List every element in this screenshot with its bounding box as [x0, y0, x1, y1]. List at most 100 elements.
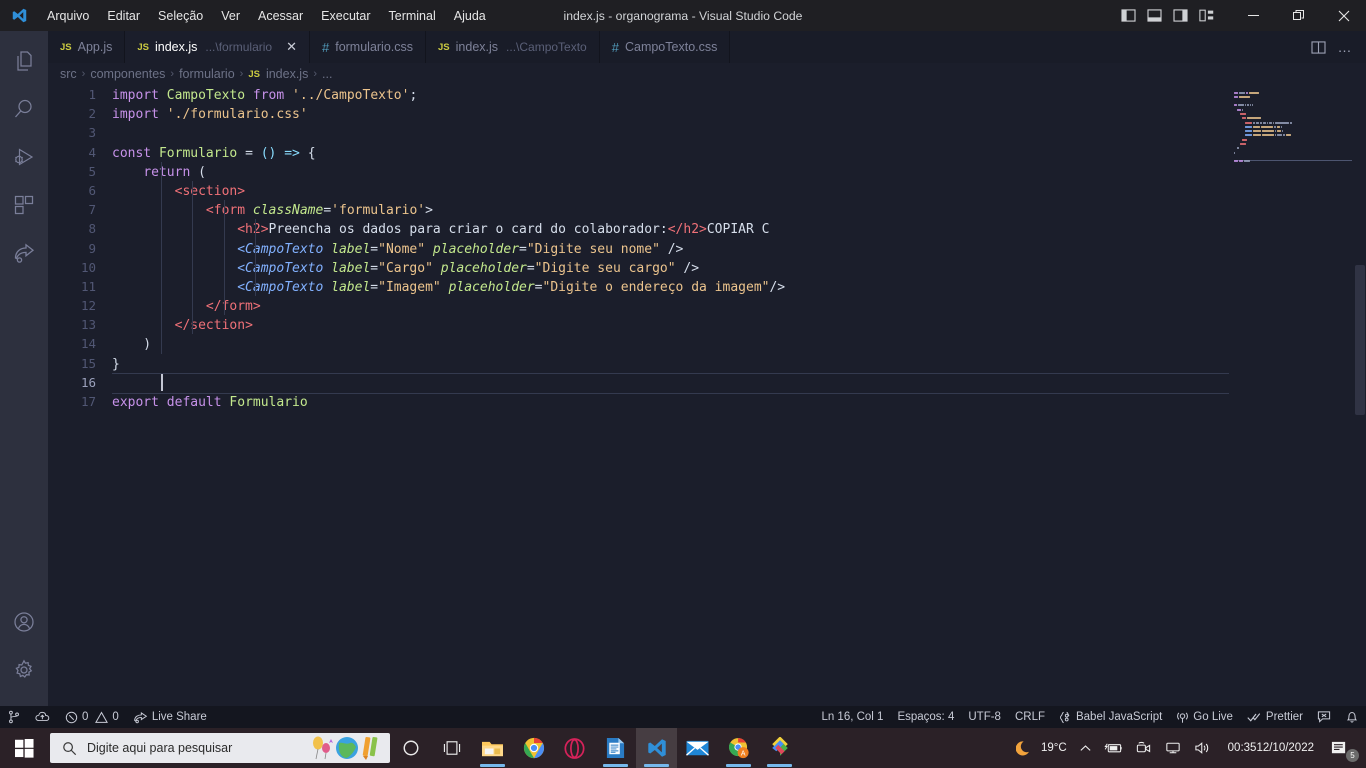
- line-text: import CampoTexto from '../CampoTexto';: [112, 88, 418, 103]
- tab-index-js-formulario[interactable]: JS index.js ...\formulario ✕: [125, 31, 310, 63]
- eol[interactable]: CRLF: [1008, 706, 1052, 728]
- editor-position[interactable]: Ln 16, Col 1: [814, 706, 890, 728]
- breadcrumb-index-js[interactable]: index.js: [266, 67, 308, 81]
- extensions-icon[interactable]: [0, 181, 48, 229]
- start-button[interactable]: [0, 728, 48, 768]
- live-share-status[interactable]: Live Share: [126, 706, 214, 728]
- minimap-line: [1234, 130, 1352, 133]
- tab-app-js[interactable]: JS App.js: [48, 31, 126, 63]
- search-input[interactable]: Digite aqui para pesquisar: [50, 733, 390, 763]
- title-bar-right: [1120, 0, 1366, 31]
- breadcrumb-src[interactable]: src: [60, 67, 77, 81]
- source-control-branch-icon[interactable]: [0, 706, 28, 728]
- tab-campotexto-css[interactable]: # CampoTexto.css: [599, 31, 731, 63]
- encoding[interactable]: UTF-8: [961, 706, 1008, 728]
- photos-app-icon[interactable]: [759, 728, 800, 768]
- more-actions-icon[interactable]: …: [1338, 39, 1354, 55]
- code-line: 5 return (: [48, 161, 1366, 181]
- system-tray: 19°C 00:35 12/10/2022 5: [1010, 728, 1366, 768]
- weather-widget[interactable]: 19°C: [1010, 728, 1073, 768]
- toggle-primary-sidebar-icon[interactable]: [1120, 7, 1137, 24]
- chrome-app-icon[interactable]: A: [718, 728, 759, 768]
- warning-count: 0: [112, 711, 119, 723]
- close-tab-icon[interactable]: ✕: [286, 39, 297, 55]
- menu-terminal[interactable]: Terminal: [380, 4, 445, 28]
- settings-gear-icon[interactable]: [0, 646, 48, 694]
- tab-index-js-campotexto[interactable]: JS index.js ...\CampoTexto: [426, 31, 600, 63]
- menu-editar[interactable]: Editar: [98, 4, 149, 28]
- menu-executar[interactable]: Executar: [312, 4, 379, 28]
- editor-tab-bar: JS App.js JS index.js ...\formulario ✕ #…: [48, 31, 1366, 63]
- minimap-line: [1234, 143, 1352, 146]
- problems-errors-warnings[interactable]: 0 0: [58, 706, 126, 728]
- close-window-button[interactable]: [1321, 0, 1366, 31]
- line-text: <CampoTexto label="Cargo" placeholder="D…: [237, 260, 700, 276]
- prettier[interactable]: Prettier: [1240, 706, 1310, 728]
- menu-acessar[interactable]: Acessar: [249, 4, 312, 28]
- notifications-bell-icon[interactable]: [1338, 706, 1366, 728]
- camera-icon[interactable]: [1129, 728, 1158, 768]
- libreoffice-writer-icon[interactable]: [595, 728, 636, 768]
- minimize-button[interactable]: [1231, 0, 1276, 31]
- code-line: 2 import './formulario.css': [48, 104, 1366, 123]
- title-bar: Arquivo Editar Seleção Ver Acessar Execu…: [0, 0, 1366, 31]
- go-live[interactable]: Go Live: [1169, 706, 1240, 728]
- line-number: 9: [88, 240, 96, 256]
- editor-scrollbar[interactable]: [1355, 265, 1365, 415]
- volume-icon[interactable]: [1188, 728, 1218, 768]
- line-text: import './formulario.css': [112, 107, 308, 123]
- code-editor[interactable]: 1 import CampoTexto from '../CampoTexto';…: [48, 85, 1366, 706]
- cortana-icon[interactable]: [390, 728, 431, 768]
- breadcrumb-separator: ›: [170, 68, 175, 80]
- clock[interactable]: 00:35 12/10/2022: [1218, 728, 1324, 768]
- breadcrumb-symbols[interactable]: ...: [322, 67, 332, 81]
- show-hidden-icons-chevron[interactable]: [1073, 728, 1098, 768]
- minimap-line: [1234, 104, 1352, 107]
- network-icon[interactable]: [1158, 728, 1188, 768]
- toggle-panel-icon[interactable]: [1146, 7, 1163, 24]
- opera-icon[interactable]: [554, 728, 595, 768]
- line-number: 16: [80, 374, 96, 390]
- toggle-secondary-sidebar-icon[interactable]: [1172, 7, 1189, 24]
- search-icon[interactable]: [0, 85, 48, 133]
- battery-charging-icon[interactable]: [1098, 728, 1129, 768]
- line-text: </form>: [205, 299, 261, 315]
- vscode-logo-icon: [0, 7, 38, 24]
- breadcrumb-formulario[interactable]: formulario: [179, 67, 235, 81]
- action-center-icon[interactable]: 5: [1324, 728, 1362, 768]
- breadcrumb-componentes[interactable]: componentes: [90, 67, 165, 81]
- task-view-icon[interactable]: [431, 728, 472, 768]
- live-share-icon[interactable]: [0, 229, 48, 277]
- file-explorer-icon[interactable]: [472, 728, 513, 768]
- account-icon[interactable]: [0, 598, 48, 646]
- explorer-icon[interactable]: [0, 37, 48, 85]
- mail-icon[interactable]: [677, 728, 718, 768]
- code-line: 9 <CampoTexto label="Nome" placeholder="…: [48, 238, 1366, 258]
- language-mode[interactable]: Babel JavaScript: [1052, 706, 1169, 728]
- code-line: 16: [48, 372, 1366, 395]
- split-editor-icon[interactable]: [1310, 40, 1326, 54]
- remote-host-icon[interactable]: [28, 706, 58, 728]
- feedback-icon[interactable]: [1310, 706, 1338, 728]
- menu-ver[interactable]: Ver: [212, 4, 249, 28]
- tab-formulario-css[interactable]: # formulario.css: [309, 31, 427, 63]
- menu-arquivo[interactable]: Arquivo: [38, 4, 98, 28]
- running-indicator: [767, 764, 792, 767]
- line-number: 2: [88, 106, 96, 122]
- svg-text:A: A: [740, 750, 745, 757]
- indentation[interactable]: Espaços: 4: [890, 706, 961, 728]
- maximize-restore-button[interactable]: [1276, 0, 1321, 31]
- minimap-line: [1234, 95, 1352, 98]
- google-chrome-icon[interactable]: [513, 728, 554, 768]
- customize-layout-icon[interactable]: [1198, 7, 1215, 24]
- code-line: 7 <form className='formulario'>: [48, 200, 1366, 220]
- minimap-line: [1234, 134, 1352, 137]
- minimap[interactable]: [1234, 91, 1352, 696]
- visual-studio-code-icon[interactable]: [636, 728, 677, 768]
- menu-ajuda[interactable]: Ajuda: [445, 4, 495, 28]
- run-and-debug-icon[interactable]: [0, 133, 48, 181]
- line-text: ): [112, 337, 152, 353]
- code-line: 6 <section>: [48, 180, 1366, 201]
- search-placeholder: Digite aqui para pesquisar: [87, 741, 233, 755]
- menu-selecao[interactable]: Seleção: [149, 4, 212, 28]
